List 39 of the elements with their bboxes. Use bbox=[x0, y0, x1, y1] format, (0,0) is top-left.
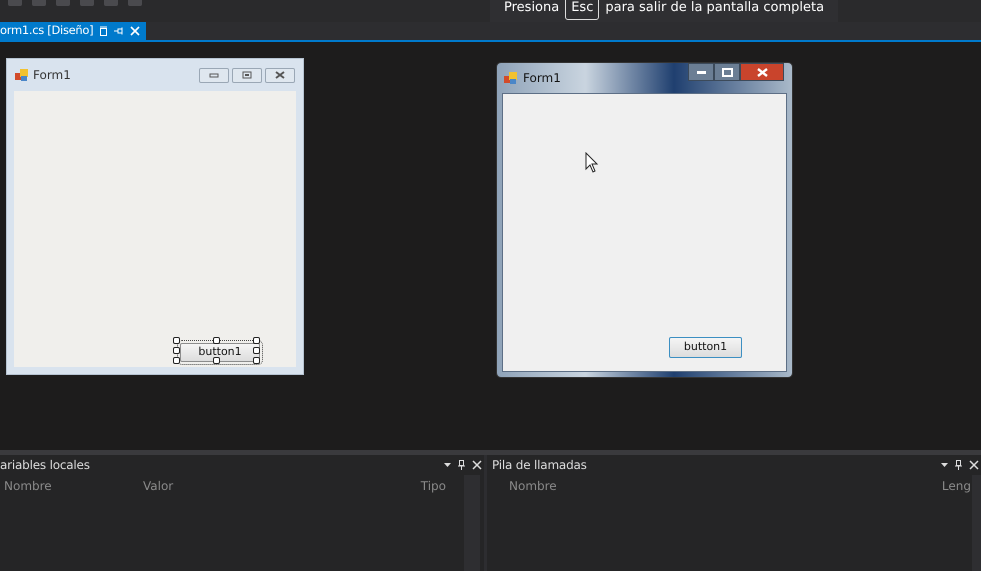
close-icon[interactable] bbox=[472, 460, 482, 470]
window-button[interactable] bbox=[714, 63, 740, 81]
column-header: Valor bbox=[143, 478, 174, 495]
panel-title: ariables locales bbox=[0, 457, 90, 474]
app-icon bbox=[504, 72, 517, 84]
notice-text: Presiona bbox=[504, 0, 560, 17]
document-icon bbox=[99, 26, 108, 36]
panel-title: Pila de llamadas bbox=[492, 457, 587, 474]
column-header: Tipo bbox=[420, 478, 446, 495]
window-button[interactable] bbox=[688, 63, 714, 81]
app-icon bbox=[15, 69, 28, 81]
maximize-icon bbox=[241, 71, 253, 79]
window-button[interactable] bbox=[265, 68, 295, 82]
mouse-cursor-icon bbox=[585, 152, 599, 174]
tab-label: orm1.cs [Diseño] bbox=[0, 22, 94, 40]
form-button[interactable]: button1 bbox=[669, 337, 742, 358]
resize-handle[interactable] bbox=[213, 357, 220, 364]
close-icon bbox=[274, 71, 286, 79]
maximize-icon bbox=[722, 68, 732, 76]
column-header: Nombre bbox=[4, 478, 53, 495]
pin-icon[interactable] bbox=[955, 460, 962, 470]
notice-text: para salir de la pantalla completa bbox=[605, 0, 824, 17]
pin-icon[interactable] bbox=[458, 460, 465, 470]
close-icon[interactable] bbox=[969, 460, 979, 470]
close-icon bbox=[756, 68, 768, 76]
form-button[interactable]: button1 bbox=[180, 343, 260, 362]
key-label: Esc bbox=[565, 0, 600, 20]
window-button[interactable] bbox=[740, 63, 784, 81]
minimize-icon bbox=[696, 70, 706, 74]
window-title: Form1 bbox=[33, 67, 71, 84]
column-header: Nombre bbox=[509, 478, 558, 495]
minimize-icon bbox=[208, 71, 220, 79]
dropdown-icon[interactable] bbox=[941, 463, 948, 467]
window-button[interactable] bbox=[199, 68, 229, 82]
window-button[interactable] bbox=[232, 68, 262, 82]
column-header: Leng bbox=[942, 478, 971, 495]
resize-handle[interactable] bbox=[213, 337, 220, 344]
dropdown-icon[interactable] bbox=[444, 463, 451, 467]
window-title: Form1 bbox=[523, 70, 561, 87]
